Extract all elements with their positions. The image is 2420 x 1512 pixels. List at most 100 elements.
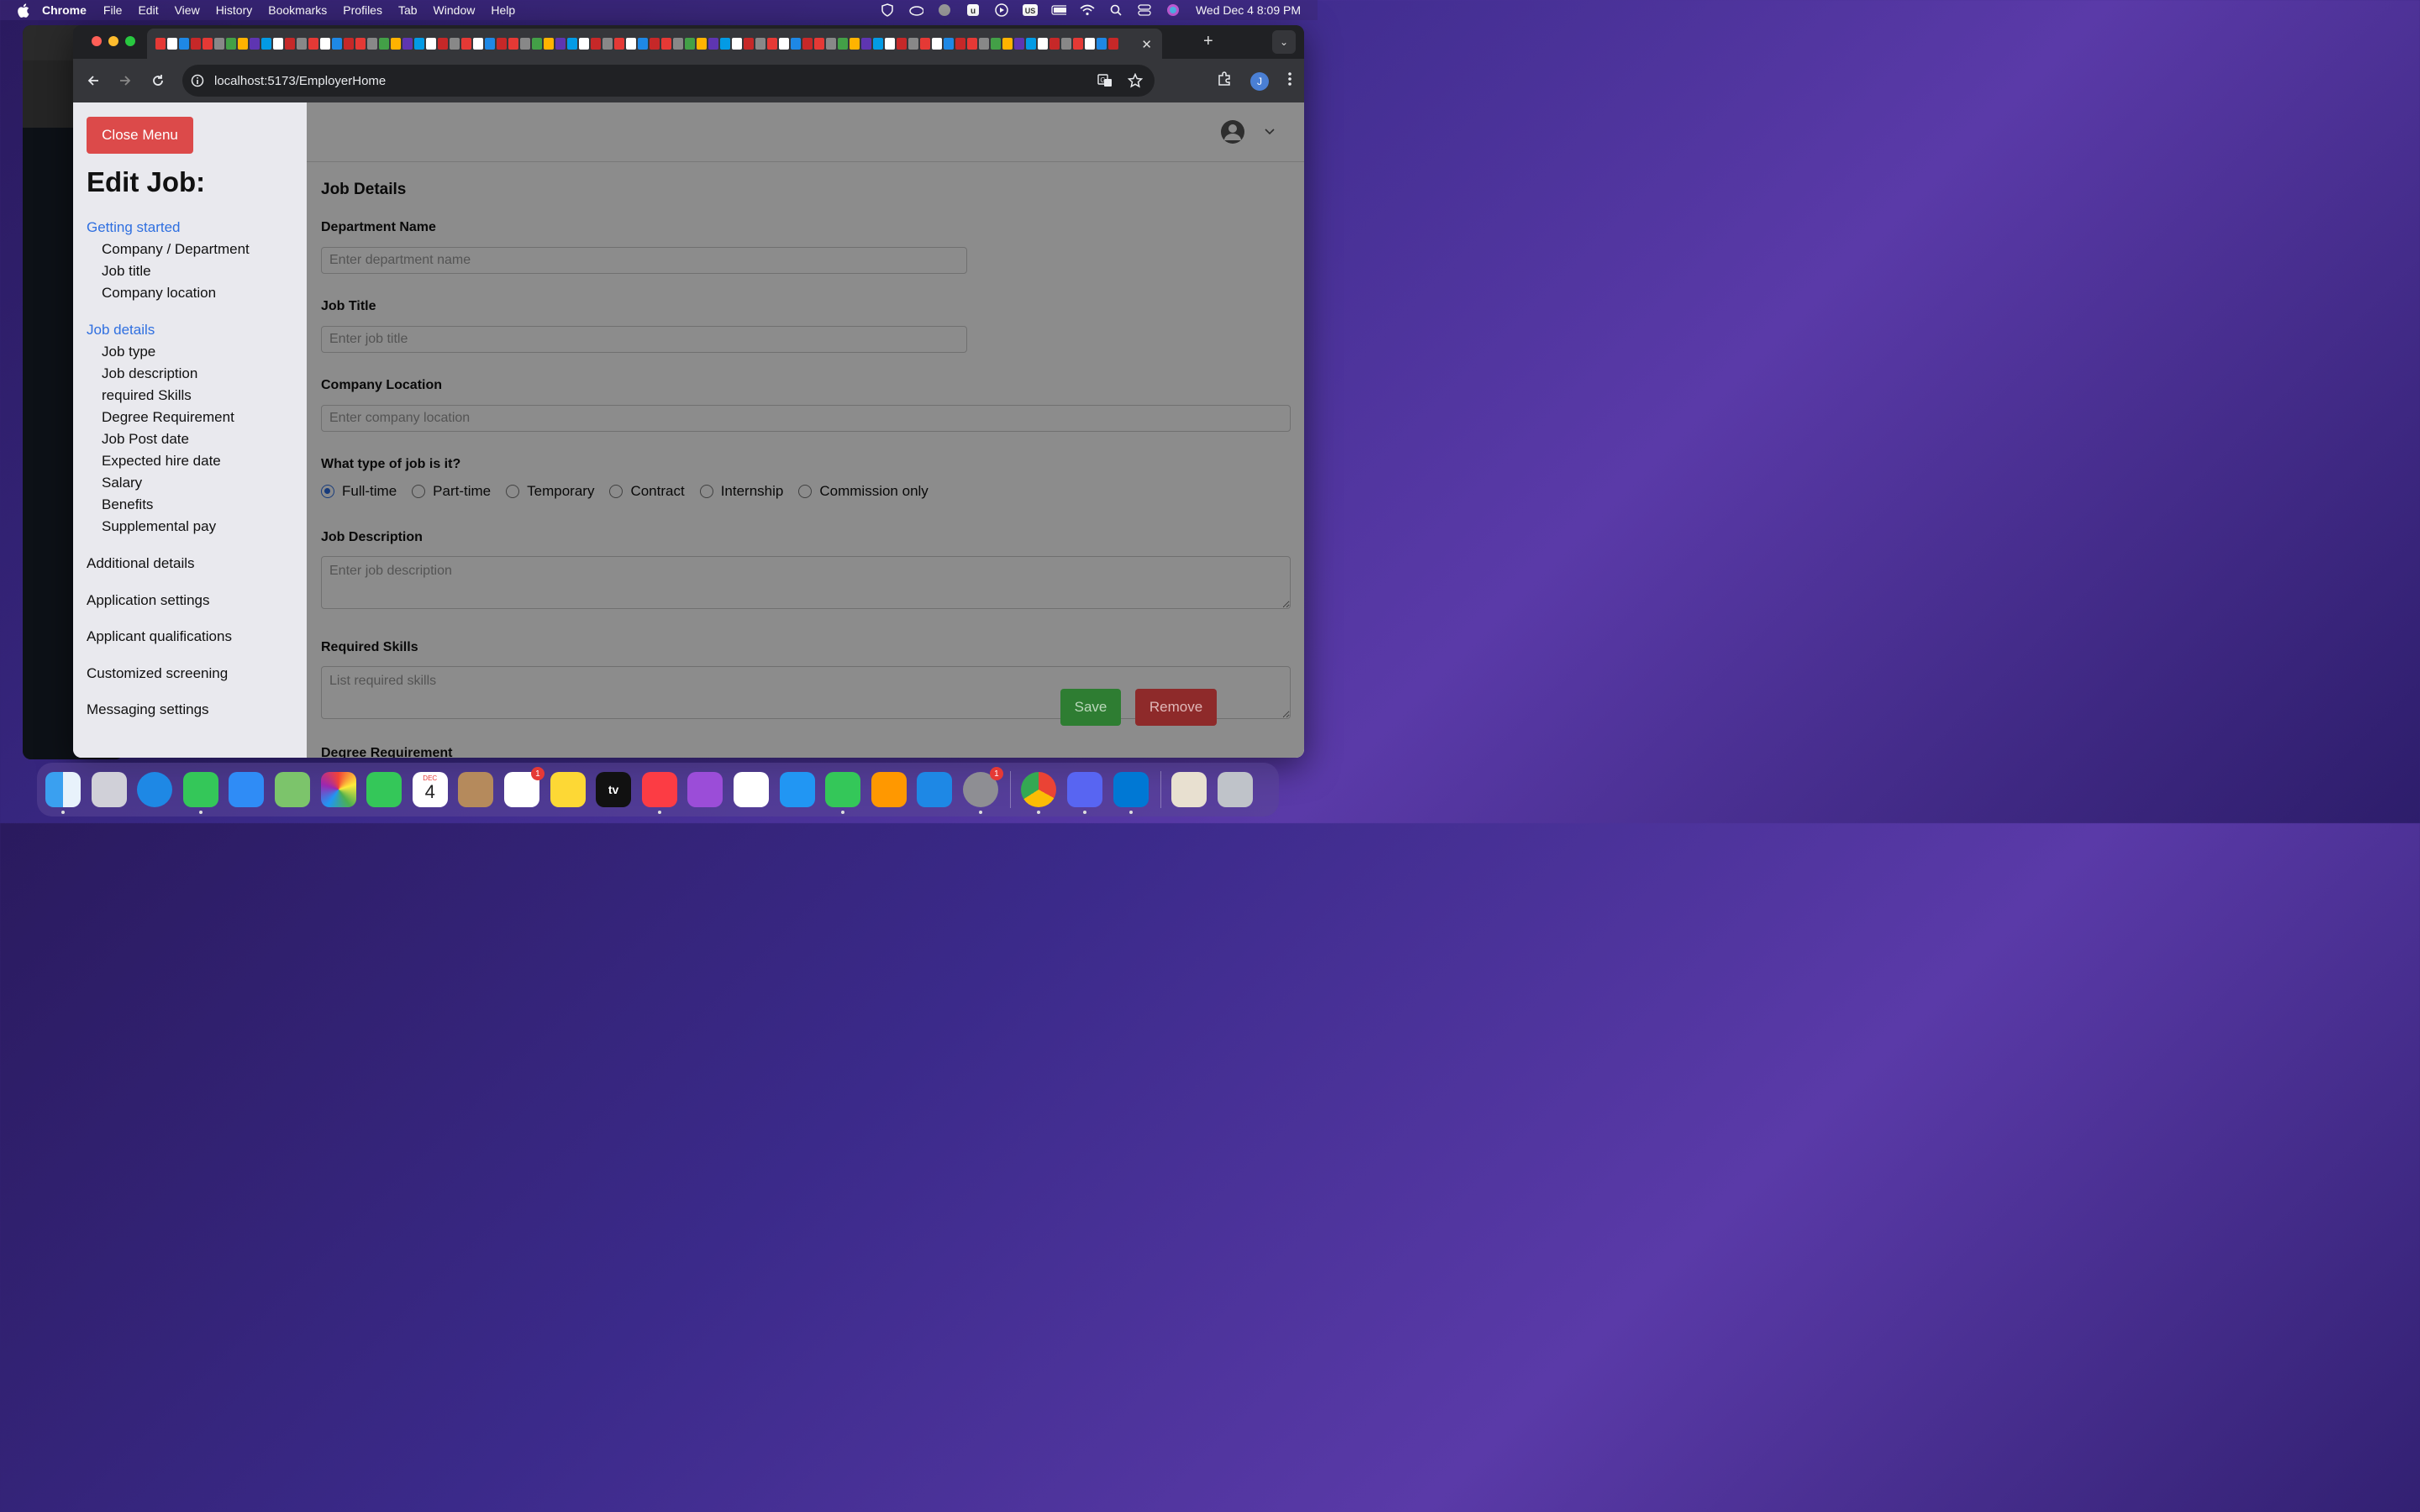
tab-favicon[interactable] bbox=[438, 38, 448, 50]
tab-favicon[interactable] bbox=[650, 38, 660, 50]
sidebar-item-job-title[interactable]: Job title bbox=[102, 263, 151, 280]
tab-favicon[interactable] bbox=[508, 38, 518, 50]
tab-favicon[interactable] bbox=[285, 38, 295, 50]
tab-favicon[interactable] bbox=[685, 38, 695, 50]
tab-favicon[interactable] bbox=[1085, 38, 1095, 50]
tab-favicon[interactable] bbox=[226, 38, 236, 50]
tab-favicon[interactable] bbox=[426, 38, 436, 50]
tab-favicon[interactable] bbox=[614, 38, 624, 50]
tab-favicon[interactable] bbox=[544, 38, 554, 50]
sidebar-item-applicant-qualifications[interactable]: Applicant qualifications bbox=[87, 628, 232, 645]
tab-favicon[interactable] bbox=[414, 38, 424, 50]
more-menu-icon[interactable] bbox=[1287, 71, 1292, 91]
tab-favicon[interactable] bbox=[979, 38, 989, 50]
safari-icon[interactable] bbox=[137, 772, 173, 807]
tab-favicon[interactable] bbox=[497, 38, 507, 50]
profile-avatar[interactable]: J bbox=[1250, 71, 1269, 91]
control-center-icon[interactable] bbox=[1137, 3, 1152, 17]
menu-tab[interactable]: Tab bbox=[398, 3, 418, 17]
tab-favicon[interactable] bbox=[297, 38, 307, 50]
downloads-stack-icon[interactable] bbox=[1171, 772, 1207, 807]
tab-favicon[interactable] bbox=[203, 38, 213, 50]
tab-favicon[interactable] bbox=[179, 38, 189, 50]
sidebar-item-company-location[interactable]: Company location bbox=[102, 285, 216, 302]
sidebar-item-customized-screening[interactable]: Customized screening bbox=[87, 665, 228, 682]
photos-icon[interactable] bbox=[320, 772, 356, 807]
menu-history[interactable]: History bbox=[216, 3, 253, 17]
tab-favicon[interactable] bbox=[308, 38, 318, 50]
tab-favicon[interactable] bbox=[908, 38, 918, 50]
site-info-icon[interactable] bbox=[191, 74, 204, 87]
sidebar-item-benefits[interactable]: Benefits bbox=[102, 496, 153, 513]
apple-tv-icon[interactable]: tv bbox=[596, 772, 632, 807]
tab-row-pinned-favicons[interactable]: ✕ bbox=[147, 29, 1162, 59]
tab-favicon[interactable] bbox=[532, 38, 542, 50]
new-tab-button[interactable]: + bbox=[1203, 32, 1213, 51]
maps-icon[interactable] bbox=[274, 772, 310, 807]
news-icon[interactable] bbox=[733, 772, 769, 807]
tab-favicon[interactable] bbox=[567, 38, 577, 50]
tab-favicon[interactable] bbox=[708, 38, 718, 50]
job-description-textarea[interactable] bbox=[321, 556, 1291, 609]
finder-icon[interactable] bbox=[45, 772, 81, 814]
tab-favicon[interactable] bbox=[344, 38, 354, 50]
tab-favicon[interactable] bbox=[802, 38, 813, 50]
apple-icon[interactable] bbox=[17, 3, 30, 18]
tab-favicon[interactable] bbox=[944, 38, 954, 50]
menu-file[interactable]: File bbox=[103, 3, 123, 17]
tab-favicon[interactable] bbox=[367, 38, 377, 50]
tab-favicon[interactable] bbox=[461, 38, 471, 50]
back-icon[interactable] bbox=[85, 72, 102, 89]
save-button[interactable]: Save bbox=[1060, 689, 1121, 726]
sidebar-item-messaging-settings[interactable]: Messaging settings bbox=[87, 701, 209, 718]
tab-favicon[interactable] bbox=[1073, 38, 1083, 50]
tab-favicon[interactable] bbox=[861, 38, 871, 50]
tab-favicon[interactable] bbox=[191, 38, 201, 50]
numbers-icon[interactable] bbox=[825, 772, 861, 814]
shield-icon[interactable] bbox=[880, 3, 895, 17]
reload-icon[interactable] bbox=[150, 72, 166, 89]
radio-button[interactable] bbox=[412, 485, 426, 498]
tab-favicon[interactable] bbox=[673, 38, 683, 50]
tab-favicon[interactable] bbox=[661, 38, 671, 50]
tab-favicon[interactable] bbox=[1002, 38, 1013, 50]
podcasts-icon[interactable] bbox=[687, 772, 723, 807]
siri-icon[interactable] bbox=[1165, 3, 1181, 17]
radio-internship[interactable]: Internship bbox=[699, 483, 783, 500]
tab-favicon[interactable] bbox=[167, 38, 177, 50]
remove-button[interactable]: Remove bbox=[1135, 689, 1217, 726]
tab-favicon[interactable] bbox=[779, 38, 789, 50]
sidebar-item-job-description[interactable]: Job description bbox=[102, 365, 197, 382]
contacts-icon[interactable] bbox=[458, 772, 494, 807]
globe-icon[interactable] bbox=[937, 3, 952, 17]
close-menu-button[interactable]: Close Menu bbox=[87, 117, 193, 154]
tab-favicon[interactable] bbox=[273, 38, 283, 50]
sidebar-item-application-settings[interactable]: Application settings bbox=[87, 592, 209, 609]
tab-favicon[interactable] bbox=[755, 38, 765, 50]
radio-button[interactable] bbox=[798, 485, 813, 498]
tab-favicon[interactable] bbox=[1026, 38, 1036, 50]
tab-favicon[interactable] bbox=[1014, 38, 1024, 50]
tab-favicon[interactable] bbox=[332, 38, 342, 50]
sidebar-item-additional-details[interactable]: Additional details bbox=[87, 555, 195, 572]
menu-app-chrome[interactable]: Chrome bbox=[42, 3, 87, 17]
radio-button[interactable] bbox=[506, 485, 520, 498]
url-text[interactable]: localhost:5173/EmployerHome bbox=[214, 74, 386, 88]
discord-icon[interactable] bbox=[1067, 772, 1103, 814]
pages-icon[interactable] bbox=[871, 772, 907, 807]
tab-favicon[interactable] bbox=[850, 38, 860, 50]
play-icon[interactable] bbox=[994, 3, 1009, 17]
tab-favicon[interactable] bbox=[1038, 38, 1048, 50]
app-store-icon[interactable] bbox=[917, 772, 953, 807]
department-input[interactable] bbox=[321, 247, 967, 274]
tab-favicon[interactable] bbox=[826, 38, 836, 50]
tab-favicon[interactable] bbox=[391, 38, 401, 50]
extensions-icon[interactable] bbox=[1217, 71, 1232, 91]
menu-help[interactable]: Help bbox=[491, 3, 515, 17]
menu-window[interactable]: Window bbox=[434, 3, 476, 17]
tab-favicon[interactable] bbox=[155, 38, 166, 50]
sidebar-item-job-type[interactable]: Job type bbox=[102, 344, 155, 360]
tab-favicon[interactable] bbox=[720, 38, 730, 50]
tab-favicon[interactable] bbox=[767, 38, 777, 50]
vscode-icon[interactable] bbox=[1113, 772, 1149, 814]
